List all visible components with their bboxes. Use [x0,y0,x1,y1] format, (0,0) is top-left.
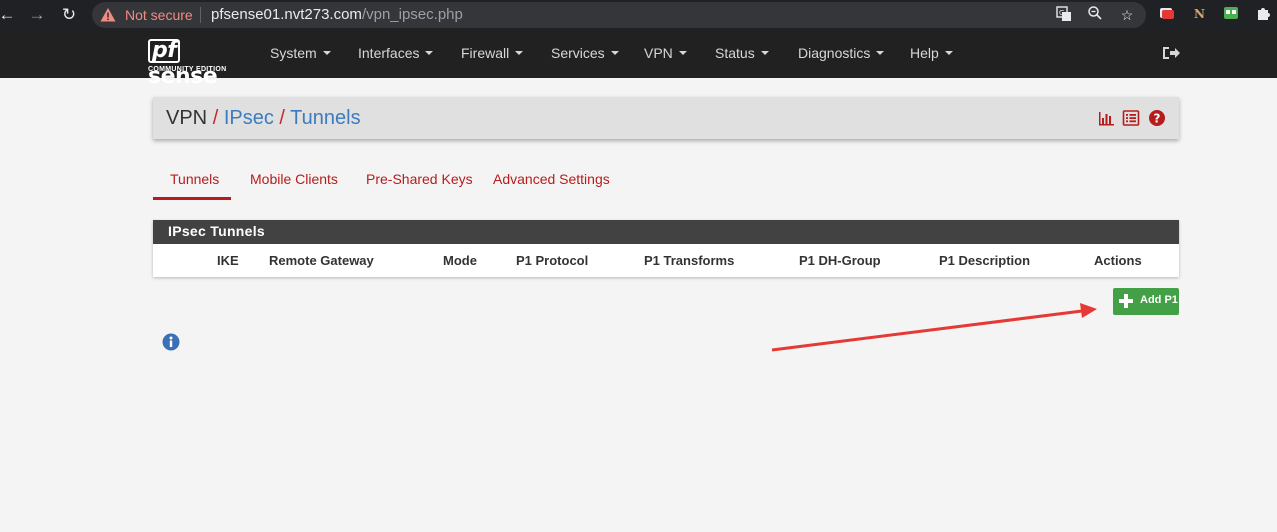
column-header-p1-transforms: P1 Transforms [644,253,735,268]
column-header-mode: Mode [443,253,477,268]
logo-edition: COMMUNITY EDITION [148,66,227,73]
bar-chart-icon[interactable] [1097,109,1115,127]
url-text[interactable]: pfsense01.nvt273.com/vpn_ipsec.php [211,6,463,23]
column-header-p1-description: P1 Description [939,253,1031,268]
logo-pf: pf [148,39,181,63]
browser-toolbar: ← → ↻ Not secure pfsense01.nvt273.com/vp… [0,0,1277,30]
tab-pre-shared-keys[interactable]: Pre-Shared Keys [366,171,473,187]
help-question-icon[interactable]: ? [1148,109,1166,127]
nav-vpn-label: VPN [644,45,673,61]
nav-firewall-label: Firewall [461,45,510,61]
logo-wordmark: pfsense [148,38,248,90]
zoom-icon[interactable] [1085,5,1105,25]
breadcrumb-separator: / [279,107,285,129]
nav-vpn[interactable]: VPN [644,45,687,61]
column-header-actions: Actions [1094,253,1142,268]
column-header-p1-dh-group: P1 DH-Group [799,253,881,268]
info-icon[interactable] [162,333,180,351]
chevron-down-icon [515,51,524,55]
chevron-down-icon [678,51,687,55]
svg-text:G: G [1059,9,1064,17]
bookmark-star-icon[interactable]: ☆ [1117,5,1137,25]
chevron-down-icon [760,51,769,55]
security-status[interactable]: Not secure [125,7,193,23]
forward-icon[interactable]: → [26,4,48,26]
nav-interfaces[interactable]: Interfaces [358,45,434,61]
chevron-down-icon [944,51,953,55]
breadcrumb-panel: VPN / IPsec / Tunnels ? [153,97,1179,139]
breadcrumb-ipsec[interactable]: IPsec [224,107,274,129]
address-bar[interactable]: Not secure pfsense01.nvt273.com/vpn_ipse… [92,2,1146,28]
warning-icon [100,8,116,22]
nav-firewall[interactable]: Firewall [461,45,524,61]
nav-help[interactable]: Help [910,45,953,61]
pfsense-logo[interactable]: pfsense COMMUNITY EDITION [148,38,248,89]
plus-icon [1119,294,1133,308]
nav-services-label: Services [551,45,605,61]
column-header-remote-gateway: Remote Gateway [269,253,374,268]
nav-status-label: Status [715,45,755,61]
panel-heading: IPsec Tunnels [153,220,1179,244]
tab-tunnels[interactable]: Tunnels [170,171,219,187]
chevron-down-icon [610,51,619,55]
breadcrumb: VPN / IPsec / Tunnels [166,107,361,129]
ipsec-tunnels-panel: IPsec Tunnels IKE Remote Gateway Mode P1… [153,220,1179,277]
list-log-icon[interactable] [1122,109,1140,127]
add-p1-button[interactable]: Add P1 [1113,288,1179,315]
address-divider [200,7,201,23]
nav-system[interactable]: System [270,45,331,61]
svg-text:?: ? [1154,112,1161,126]
nav-system-label: System [270,45,317,61]
translate-icon[interactable]: G [1054,5,1074,25]
tab-mobile-clients[interactable]: Mobile Clients [250,171,338,187]
column-header-ike: IKE [217,253,239,268]
extensions-puzzle-icon[interactable] [1253,5,1273,25]
active-tab-indicator [153,197,231,200]
extension-n-icon[interactable]: N [1189,5,1209,25]
nav-diagnostics-label: Diagnostics [798,45,871,61]
main-navbar: pfsense COMMUNITY EDITION System Interfa… [0,30,1277,89]
panel-title: IPsec Tunnels [168,223,266,239]
svg-text:N: N [1194,7,1205,21]
nav-services[interactable]: Services [551,45,619,61]
back-icon[interactable]: ← [0,4,18,26]
url-path: /vpn_ipsec.php [361,6,463,23]
logout-icon[interactable] [1162,45,1180,61]
url-host: pfsense01.nvt273.com [211,6,362,23]
nav-status[interactable]: Status [715,45,769,61]
chevron-down-icon [876,51,885,55]
extension-stack-icon[interactable] [1157,5,1177,25]
reload-icon[interactable]: ↻ [58,4,80,26]
nav-interfaces-label: Interfaces [358,45,420,61]
tab-advanced-settings[interactable]: Advanced Settings [493,171,610,187]
breadcrumb-vpn: VPN [166,107,208,129]
column-header-p1-protocol: P1 Protocol [516,253,589,268]
breadcrumb-separator: / [212,107,219,129]
nav-diagnostics[interactable]: Diagnostics [798,45,885,61]
breadcrumb-tunnels[interactable]: Tunnels [290,107,360,129]
add-p1-label: Add P1 [1140,294,1178,306]
nav-help-label: Help [910,45,939,61]
extension-green-icon[interactable] [1221,5,1241,25]
chevron-down-icon [322,51,331,55]
chevron-down-icon [425,51,434,55]
